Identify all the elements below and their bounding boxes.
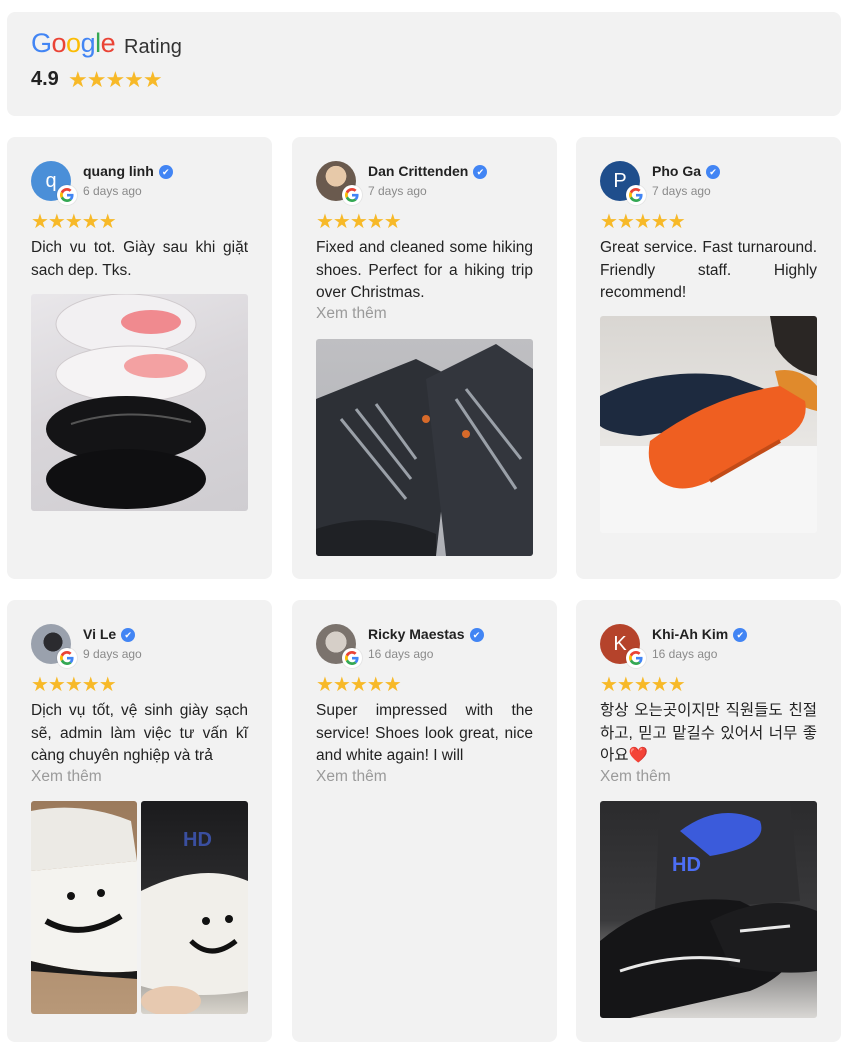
verified-check-icon: ✔ xyxy=(473,165,488,179)
reviewer-name[interactable]: Khi-Ah Kim ✔ xyxy=(652,626,748,642)
verified-check-icon: ✔ xyxy=(121,628,136,642)
review-photo[interactable] xyxy=(31,801,137,1014)
review-card: Dan Crittenden ✔ 7 days ago ★★★★★ Fixed a… xyxy=(292,137,557,579)
review-stars: ★★★★★ xyxy=(31,211,117,233)
review-stars: ★★★★★ xyxy=(316,674,402,696)
google-g-icon xyxy=(57,185,77,205)
rating-summary: Google Rating 4.9 ★★★★★ xyxy=(7,12,841,116)
logo-letter: G xyxy=(31,28,52,58)
avatar-letter: q xyxy=(45,169,57,192)
logo-letter: o xyxy=(66,28,81,58)
review-text: Super impressed with the service! Shoes … xyxy=(316,702,533,764)
review-photo[interactable]: HD xyxy=(600,801,817,1018)
review-date: 7 days ago xyxy=(652,184,711,198)
verified-check-icon: ✔ xyxy=(733,628,748,642)
review-date: 6 days ago xyxy=(83,184,142,198)
reviewer-name[interactable]: Vi Le ✔ xyxy=(83,626,136,642)
review-photo[interactable] xyxy=(31,294,248,511)
review-text: Great service. Fast turnaround. Friendly… xyxy=(600,239,817,301)
reviewer-name[interactable]: Pho Ga ✔ xyxy=(652,163,721,179)
google-g-icon xyxy=(626,648,646,668)
verified-check-icon: ✔ xyxy=(469,628,484,642)
logo-letter: g xyxy=(80,28,96,58)
avatar[interactable] xyxy=(316,161,362,205)
google-logo: Google xyxy=(31,28,116,62)
photo-brand-text: HD xyxy=(672,854,701,876)
review-text: Dịch vụ tốt, vệ sinh giày sạch sẽ, admin… xyxy=(31,702,248,764)
avatar-letter: K xyxy=(613,632,627,655)
see-more-link[interactable]: Xem thêm xyxy=(316,305,387,323)
google-g-icon xyxy=(626,185,646,205)
average-stars: ★★★★★ xyxy=(68,67,163,92)
google-g-icon xyxy=(57,648,77,668)
see-more-link[interactable]: Xem thêm xyxy=(600,768,671,786)
average-rating: 4.9 xyxy=(31,68,59,90)
verified-check-icon: ✔ xyxy=(158,165,173,179)
review-card: q quang linh ✔ 6 days ago ★★★★★ Dich vu t… xyxy=(7,137,272,579)
logo-letter: e xyxy=(100,28,116,58)
reviewer-name[interactable]: Dan Crittenden ✔ xyxy=(368,163,488,179)
photo-brand-text: HD xyxy=(183,829,212,851)
review-date: 9 days ago xyxy=(83,647,142,661)
review-card: P Pho Ga ✔ 7 days ago ★★★★★ Great service… xyxy=(576,137,841,579)
reviewer-name[interactable]: quang linh ✔ xyxy=(83,163,173,179)
reviewer-name[interactable]: Ricky Maestas ✔ xyxy=(368,626,484,642)
logo-letter: o xyxy=(51,28,67,58)
review-stars: ★★★★★ xyxy=(316,211,402,233)
review-text: Fixed and cleaned some hiking shoes. Per… xyxy=(316,239,533,301)
review-text: Dich vu tot. Giày sau khi giặt sach dep.… xyxy=(31,239,248,279)
review-photo[interactable] xyxy=(600,316,817,533)
review-stars: ★★★★★ xyxy=(31,674,117,696)
review-date: 16 days ago xyxy=(652,647,718,661)
avatar[interactable]: q xyxy=(31,161,77,205)
see-more-link[interactable]: Xem thêm xyxy=(31,768,102,786)
avatar[interactable] xyxy=(316,624,362,668)
review-photo[interactable]: HD xyxy=(141,801,248,1014)
review-date: 16 days ago xyxy=(368,647,434,661)
rating-label: Rating xyxy=(124,36,182,58)
review-card: Vi Le ✔ 9 days ago ★★★★★ Dịch vụ tốt, vệ … xyxy=(7,600,272,1042)
avatar[interactable] xyxy=(31,624,77,668)
verified-check-icon: ✔ xyxy=(706,165,721,179)
review-text: 항상 오는곳이지만 직원들도 친절하고, 믿고 맡길수 있어서 너무 좋아요❤️ xyxy=(600,702,817,764)
review-card: K Khi-Ah Kim ✔ 16 days ago ★★★★★ 항상 오는곳이지… xyxy=(576,600,841,1042)
google-g-icon xyxy=(342,648,362,668)
see-more-link[interactable]: Xem thêm xyxy=(316,768,387,786)
review-photo[interactable] xyxy=(316,339,533,556)
review-stars: ★★★★★ xyxy=(600,674,686,696)
google-g-icon xyxy=(342,185,362,205)
review-card: Ricky Maestas ✔ 16 days ago ★★★★★ Super i… xyxy=(292,600,557,1042)
avatar[interactable]: K xyxy=(600,624,646,668)
avatar[interactable]: P xyxy=(600,161,646,205)
review-date: 7 days ago xyxy=(368,184,427,198)
review-stars: ★★★★★ xyxy=(600,211,686,233)
avatar-letter: P xyxy=(613,169,627,192)
